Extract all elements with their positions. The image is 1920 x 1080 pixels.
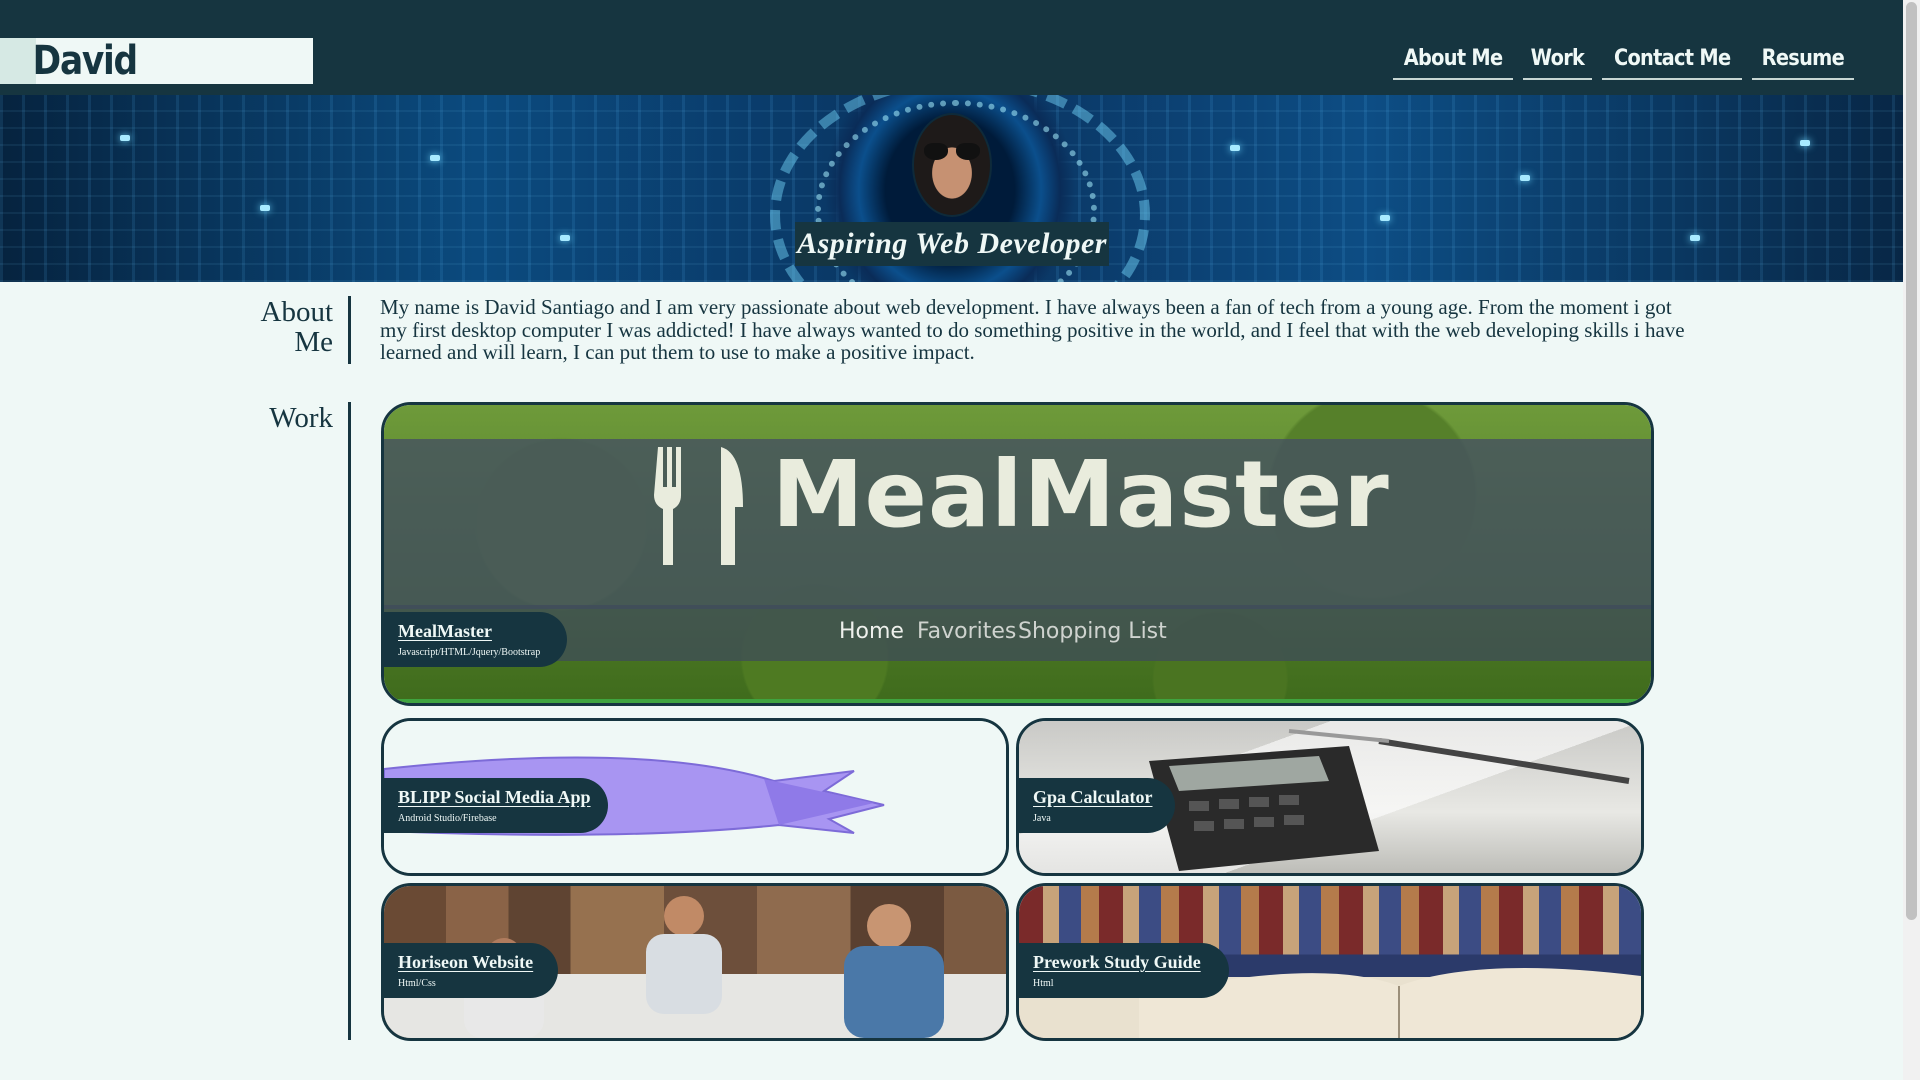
project-title[interactable]: Prework Study Guide bbox=[1033, 951, 1215, 973]
project-title[interactable]: BLIPP Social Media App bbox=[398, 786, 594, 808]
project-card-prework[interactable]: Prework Study Guide Html bbox=[1016, 883, 1644, 1041]
project-card-mealmaster[interactable]: MealMaster Home Favorites Shopping List … bbox=[381, 402, 1654, 706]
project-tech: Android Studio/Firebase bbox=[398, 813, 497, 824]
hero-light bbox=[120, 135, 130, 141]
nav-contact-me[interactable]: Contact Me bbox=[1602, 44, 1743, 80]
hero-light bbox=[260, 205, 270, 211]
mealmaster-logo-text: MealMaster bbox=[772, 441, 1390, 548]
hero-light bbox=[1520, 175, 1530, 181]
project-tech: Html bbox=[1033, 978, 1054, 989]
project-caption: BLIPP Social Media App Android Studio/Fi… bbox=[384, 778, 608, 833]
work-section-title: Work bbox=[269, 402, 333, 434]
profile-avatar bbox=[912, 113, 992, 217]
mealmaster-nav-favorites: Favorites bbox=[917, 619, 1017, 644]
project-caption: Prework Study Guide Html bbox=[1019, 943, 1229, 998]
about-text: My name is David Santiago and I am very … bbox=[380, 295, 1685, 364]
site-logo-name[interactable]: David Santiago bbox=[0, 38, 313, 130]
mealmaster-navbar: Home Favorites Shopping List bbox=[384, 605, 1651, 661]
fork-icon bbox=[654, 447, 681, 565]
project-caption: Horiseon Website Html/Css bbox=[384, 943, 558, 998]
project-tech: Javascript/HTML/Jquery/Bootstrap bbox=[398, 647, 541, 658]
knife-icon bbox=[721, 447, 743, 565]
nav-resume[interactable]: Resume bbox=[1752, 44, 1854, 80]
mealmaster-nav-home: Home bbox=[839, 619, 904, 644]
mealmaster-nav-shopping-list: Shopping List bbox=[1018, 619, 1167, 644]
project-title[interactable]: MealMaster bbox=[398, 620, 553, 642]
project-tech: Java bbox=[1033, 813, 1051, 824]
project-card-gpa-calculator[interactable]: Gpa Calculator Java bbox=[1016, 718, 1644, 876]
project-card-horiseon[interactable]: Horiseon Website Html/Css bbox=[381, 883, 1009, 1041]
project-title[interactable]: Horiseon Website bbox=[398, 951, 544, 973]
sunglasses-icon bbox=[922, 143, 982, 161]
project-tech: Html/Css bbox=[398, 978, 436, 989]
nav-work[interactable]: Work bbox=[1523, 44, 1592, 80]
mealmaster-accent-line bbox=[384, 699, 1651, 703]
project-card-blipp[interactable]: BLIPP Social Media App Android Studio/Fi… bbox=[381, 718, 1009, 876]
page-scrollbar-thumb[interactable] bbox=[1906, 2, 1917, 920]
hero-tagline: Aspiring Web Developer bbox=[795, 222, 1109, 266]
about-section-title: About Me bbox=[260, 296, 334, 358]
about-divider bbox=[348, 296, 351, 364]
hero-light bbox=[1380, 215, 1390, 221]
project-caption: MealMaster Javascript/HTML/Jquery/Bootst… bbox=[384, 612, 567, 667]
hero-light bbox=[1230, 145, 1240, 151]
hero-light bbox=[1800, 140, 1810, 146]
hero-light bbox=[430, 155, 440, 161]
project-caption: Gpa Calculator Java bbox=[1019, 778, 1175, 833]
main-nav: About Me Work Contact Me Resume bbox=[1392, 44, 1854, 80]
work-divider bbox=[348, 402, 351, 1040]
hero-light bbox=[560, 235, 570, 241]
page-scrollbar-track[interactable] bbox=[1903, 0, 1920, 1080]
nav-about-me[interactable]: About Me bbox=[1392, 44, 1514, 80]
hero-light bbox=[1690, 235, 1700, 241]
site-header: David Santiago About Me Work Contact Me … bbox=[0, 0, 1903, 130]
project-title[interactable]: Gpa Calculator bbox=[1033, 786, 1161, 808]
